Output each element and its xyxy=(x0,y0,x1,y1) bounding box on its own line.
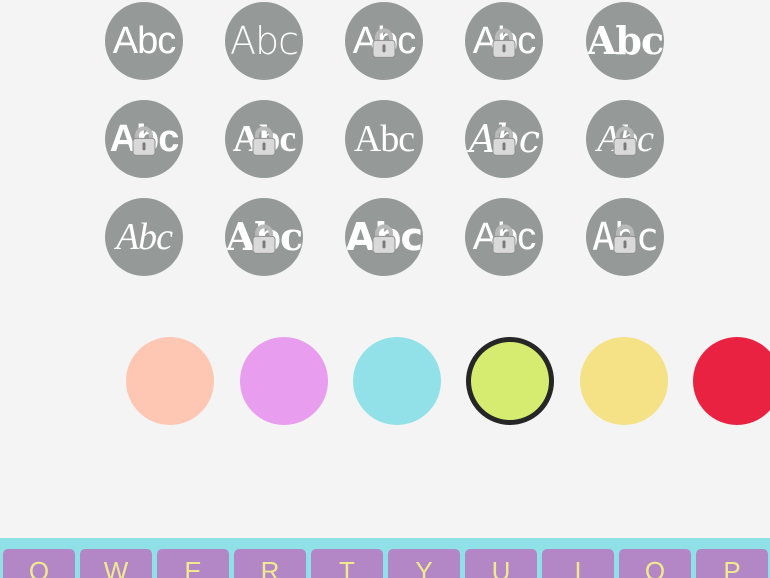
font-style-button[interactable]: Abc xyxy=(586,2,664,80)
font-style-button[interactable]: Abc xyxy=(465,100,543,178)
font-style-button[interactable]: Abc xyxy=(465,198,543,276)
color-swatch-selected[interactable] xyxy=(466,337,554,425)
key-w[interactable]: W xyxy=(80,549,152,578)
lock-icon xyxy=(491,224,517,254)
font-sample-text: Abc xyxy=(229,19,299,63)
color-swatch[interactable] xyxy=(240,337,328,425)
key-i[interactable]: I xyxy=(542,549,614,578)
lock-icon xyxy=(131,126,157,156)
font-style-button[interactable]: Abc xyxy=(105,2,183,80)
key-o[interactable]: O xyxy=(619,549,691,578)
keyboard: QWERTYUIOP xyxy=(0,538,770,578)
lock-icon xyxy=(612,126,638,156)
font-style-grid: Abc Abc Abc Abc Abc Abc Abc Abc Abc Abc Abc Abc Abc A… xyxy=(0,0,770,300)
lock-icon xyxy=(251,126,277,156)
lock-icon xyxy=(371,28,397,58)
font-sample-text: Abc xyxy=(115,216,173,258)
lock-icon xyxy=(612,224,638,254)
key-p[interactable]: P xyxy=(696,549,768,578)
font-sample-text: Abc xyxy=(586,18,664,63)
color-swatch[interactable] xyxy=(353,337,441,425)
font-style-button[interactable]: Abc xyxy=(345,198,423,276)
font-style-button[interactable]: Abc xyxy=(345,2,423,80)
key-t[interactable]: T xyxy=(311,549,383,578)
key-y[interactable]: Y xyxy=(388,549,460,578)
key-u[interactable]: U xyxy=(465,549,537,578)
lock-icon xyxy=(251,224,277,254)
key-e[interactable]: E xyxy=(157,549,229,578)
font-style-button[interactable]: Abc xyxy=(225,100,303,178)
font-style-button[interactable]: Abc xyxy=(465,2,543,80)
key-q[interactable]: Q xyxy=(3,549,75,578)
font-style-button[interactable]: Abc xyxy=(225,2,303,80)
font-sample-text: Abc xyxy=(112,20,176,62)
font-style-button[interactable]: Abc xyxy=(105,198,183,276)
color-swatch[interactable] xyxy=(580,337,668,425)
font-style-button[interactable]: Abc xyxy=(586,100,664,178)
font-style-button[interactable]: Abc xyxy=(586,198,664,276)
font-sample-text: Abc xyxy=(353,118,415,160)
lock-icon xyxy=(491,28,517,58)
color-swatch[interactable] xyxy=(126,337,214,425)
color-picker xyxy=(0,330,770,440)
font-style-button[interactable]: Abc xyxy=(225,198,303,276)
color-swatch[interactable] xyxy=(693,337,770,425)
key-r[interactable]: R xyxy=(234,549,306,578)
lock-icon xyxy=(491,126,517,156)
lock-icon xyxy=(371,224,397,254)
font-style-button[interactable]: Abc xyxy=(345,100,423,178)
font-style-button[interactable]: Abc xyxy=(105,100,183,178)
